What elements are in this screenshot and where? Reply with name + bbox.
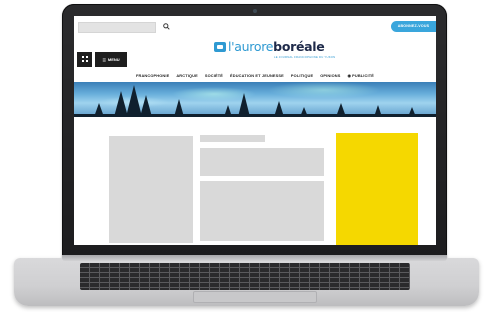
advertisement-block[interactable]	[336, 133, 418, 245]
aurora-banner-image	[74, 82, 436, 117]
camera-icon	[253, 9, 257, 13]
menu-label: MENU	[107, 57, 120, 62]
nav-item-publicite[interactable]: ◉PUBLICITÉ	[347, 73, 374, 78]
article-card-placeholder[interactable]	[200, 181, 324, 241]
article-card-placeholder[interactable]	[200, 148, 324, 176]
nav-item-opinions[interactable]: OPINIONS	[320, 73, 340, 78]
subscribe-button[interactable]: ABONNEZ-VOUS	[391, 21, 436, 32]
nav-item-arctique[interactable]: ARCTIQUE	[176, 73, 198, 78]
laptop-screen: ABONNEZ-VOUS ≡ MENU l'auroreboréale LE JO…	[74, 16, 436, 245]
nav-item-francophonie[interactable]: FRANCOPHONIE	[136, 73, 169, 78]
megaphone-icon: ◉	[347, 72, 352, 78]
nav-item-education[interactable]: ÉDUCATION ET JEUNESSE	[230, 73, 284, 78]
logo-icon[interactable]	[214, 42, 226, 52]
nav-item-politique[interactable]: POLITIQUE	[291, 73, 313, 78]
top-bar: ABONNEZ-VOUS	[74, 16, 436, 38]
logo-part1: l'aurore	[228, 39, 274, 54]
search-icon[interactable]	[162, 21, 170, 31]
logo-tagline: LE JOURNAL FRANCOPHONE DU YUKON	[274, 55, 336, 59]
nav-item-societe[interactable]: SOCIÉTÉ	[205, 73, 223, 78]
main-content	[74, 117, 436, 245]
trackpad	[193, 291, 317, 303]
laptop-hinge	[62, 255, 447, 261]
laptop-mockup: ABONNEZ-VOUS ≡ MENU l'auroreboréale LE JO…	[0, 0, 490, 312]
menu-button[interactable]: ≡ MENU	[95, 52, 127, 67]
site-logo[interactable]: l'auroreboréale	[228, 39, 325, 55]
nav-item-publicite-label: PUBLICITÉ	[352, 72, 374, 78]
search-input[interactable]	[78, 22, 156, 33]
article-title-placeholder	[200, 135, 265, 142]
article-image-placeholder[interactable]	[109, 136, 193, 243]
logo-part2: boréale	[273, 39, 325, 54]
main-nav: FRANCOPHONIE ARCTIQUE SOCIÉTÉ ÉDUCATION …	[74, 71, 436, 79]
grid-icon[interactable]	[77, 52, 92, 67]
keyboard	[80, 263, 410, 290]
hamburger-icon: ≡	[102, 58, 106, 64]
